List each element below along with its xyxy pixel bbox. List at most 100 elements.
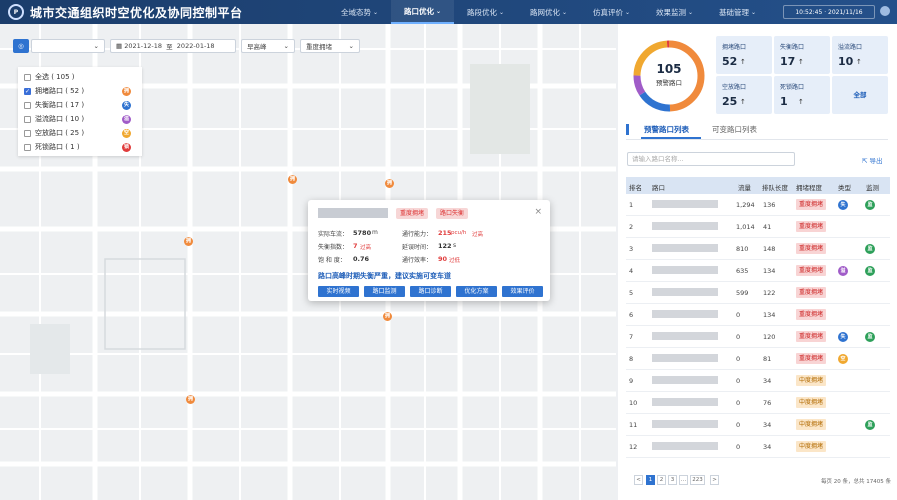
- table-row[interactable]: 3 810 148 重度拥堵 监: [626, 238, 890, 260]
- map-marker-icon[interactable]: 拥: [385, 179, 394, 188]
- export-button[interactable]: ⇱ 导出: [862, 155, 883, 165]
- legend-item[interactable]: 失衡路口 ( 17 ) 失: [24, 98, 136, 112]
- map-marker-icon[interactable]: 拥: [184, 237, 193, 246]
- monitor-icon[interactable]: 监: [865, 420, 875, 430]
- rank-cell: 11: [629, 421, 638, 429]
- checkbox[interactable]: [24, 73, 31, 81]
- page-button[interactable]: 223: [690, 475, 705, 485]
- flow-cell: 0: [736, 333, 741, 341]
- nav-label: 效果监测: [655, 7, 686, 17]
- legend-item[interactable]: 空放路口 ( 25 ) 空: [24, 126, 136, 140]
- table-row[interactable]: 9 0 34 中度拥堵: [626, 370, 890, 392]
- stat-card[interactable]: 死锁路口 1 ↑: [774, 76, 830, 114]
- monitor-icon[interactable]: 监: [865, 332, 875, 342]
- checkbox[interactable]: [24, 101, 31, 109]
- flow-cell: 810: [736, 245, 749, 253]
- right-panel: 105 预警路口 拥堵路口 52 ↑ 失衡路口 17 ↑ 溢流路口 10 ↑ 空放路口 25 ↑ 死锁路…: [618, 24, 897, 500]
- effect-evaluation-button[interactable]: 效果评价: [502, 286, 543, 297]
- queue-cell: 120: [763, 333, 776, 341]
- page-button[interactable]: 3: [668, 475, 677, 485]
- legend-item[interactable]: ✓ 拥堵路口 ( 52 ) 拥: [24, 84, 136, 98]
- intersection-name-cell: [652, 420, 718, 428]
- table-row[interactable]: 2 1,014 41 重度拥堵: [626, 216, 890, 238]
- map-marker-icon[interactable]: 拥: [383, 312, 392, 321]
- nav-item-4[interactable]: 仿真评价 ⌄: [580, 0, 643, 24]
- realtime-video-button[interactable]: 实时视频: [318, 286, 359, 297]
- tab-warning-list[interactable]: 预警路口列表: [644, 124, 689, 135]
- monitor-icon[interactable]: 监: [865, 244, 875, 254]
- chevron-down-icon: ⌄: [93, 42, 99, 50]
- date-range-picker[interactable]: ▦ 2021-12-18 至 2022-01-18: [110, 39, 236, 53]
- next-page-button[interactable]: >: [710, 475, 719, 485]
- stat-card[interactable]: 失衡路口 17 ↑: [774, 36, 830, 74]
- type-badge-icon: 失: [838, 200, 848, 210]
- field-value: 90: [438, 255, 448, 263]
- level-select[interactable]: 重度拥堵 ⌄: [300, 39, 360, 53]
- column-header: 拥堵程度: [796, 184, 822, 192]
- monitor-icon[interactable]: 监: [865, 266, 875, 276]
- table-row[interactable]: 6 0 134 重度拥堵: [626, 304, 890, 326]
- type-badge-icon: 失: [838, 332, 848, 342]
- page-button[interactable]: …: [679, 475, 688, 485]
- location-icon[interactable]: ◎: [13, 39, 29, 53]
- type-badge-icon: 锁: [122, 142, 131, 152]
- tab-variable-list[interactable]: 可变路口列表: [712, 124, 757, 135]
- checkbox[interactable]: [24, 143, 31, 151]
- stat-card[interactable]: 拥堵路口 52 ↑: [716, 36, 772, 74]
- congestion-badge: 中度拥堵: [796, 397, 827, 408]
- suggestion-text: 路口高峰时期失衡严重，建议实施可变车道: [318, 272, 451, 280]
- table-row[interactable]: 11 0 34 中度拥堵 监: [626, 414, 890, 436]
- chevron-down-icon: ⌄: [687, 8, 694, 16]
- period-select[interactable]: 早高峰 ⌄: [241, 39, 295, 53]
- clock-display: 10:52:45 · 2021/11/16: [783, 5, 875, 19]
- search-input[interactable]: 请输入路口名称...: [627, 152, 795, 166]
- rank-cell: 1: [629, 201, 634, 209]
- table-row[interactable]: 4 635 134 重度拥堵 溢 监: [626, 260, 890, 282]
- flow-cell: 635: [736, 267, 749, 275]
- page-button[interactable]: 1: [646, 475, 655, 485]
- optimize-plan-button[interactable]: 优化方案: [456, 286, 497, 297]
- all-filter-button[interactable]: 全部: [832, 76, 888, 114]
- checkbox[interactable]: [24, 129, 31, 137]
- stat-card[interactable]: 空放路口 25 ↑: [716, 76, 772, 114]
- nav-item-0[interactable]: 全域态势 ⌄: [328, 0, 391, 24]
- page-button[interactable]: 2: [657, 475, 666, 485]
- nav-label: 基础管理: [718, 7, 749, 17]
- table-row[interactable]: 1 1,294 136 重度拥堵 失 监: [626, 194, 890, 216]
- intersection-name-cell: [652, 354, 718, 362]
- nav-item-5[interactable]: 效果监测 ⌄: [643, 0, 706, 24]
- table-row[interactable]: 10 0 76 中度拥堵: [626, 392, 890, 414]
- table-row[interactable]: 7 0 120 重度拥堵 失 监: [626, 326, 890, 348]
- legend-item[interactable]: 溢流路口 ( 10 ) 溢: [24, 112, 136, 126]
- close-icon[interactable]: ×: [534, 207, 542, 217]
- nav-label: 路段优化: [466, 7, 497, 17]
- nav-item-2[interactable]: 路段优化 ⌄: [454, 0, 517, 24]
- checkbox[interactable]: [24, 115, 31, 123]
- queue-cell: 81: [763, 355, 772, 363]
- intersection-name-cell: [652, 310, 718, 318]
- nav-item-6[interactable]: 基础管理 ⌄: [706, 0, 769, 24]
- legend-item[interactable]: 死锁路口 ( 1 ) 锁: [24, 140, 136, 154]
- stat-card[interactable]: 溢流路口 10 ↑: [832, 36, 888, 74]
- checkbox[interactable]: ✓: [24, 87, 31, 95]
- prev-page-button[interactable]: <: [634, 475, 643, 485]
- map-marker-icon[interactable]: 拥: [186, 395, 195, 404]
- table-row[interactable]: 12 0 34 中度拥堵: [626, 436, 890, 458]
- user-avatar-icon[interactable]: [880, 6, 890, 16]
- congestion-badge: 重度拥堵: [796, 265, 827, 276]
- start-date: 2021-12-18: [124, 42, 163, 50]
- table-row[interactable]: 5 599 122 重度拥堵: [626, 282, 890, 304]
- legend-item[interactable]: 全选 ( 105 ): [24, 70, 136, 84]
- stat-label: 空放路口: [722, 84, 747, 91]
- region-select[interactable]: ⌄: [31, 39, 105, 53]
- table-row[interactable]: 8 0 81 重度拥堵 空: [626, 348, 890, 370]
- intersection-diagnosis-button[interactable]: 路口诊断: [410, 286, 451, 297]
- nav-item-1[interactable]: 路口优化 ⌄: [391, 0, 454, 24]
- nav-item-3[interactable]: 路网优化 ⌄: [517, 0, 580, 24]
- intersection-monitor-button[interactable]: 路口监测: [364, 286, 405, 297]
- map-marker-icon[interactable]: 拥: [288, 175, 297, 184]
- type-badge-icon: 空: [122, 128, 131, 138]
- monitor-icon[interactable]: 监: [865, 200, 875, 210]
- level-value: 重度拥堵: [306, 43, 332, 51]
- congestion-badge: 中度拥堵: [796, 419, 827, 430]
